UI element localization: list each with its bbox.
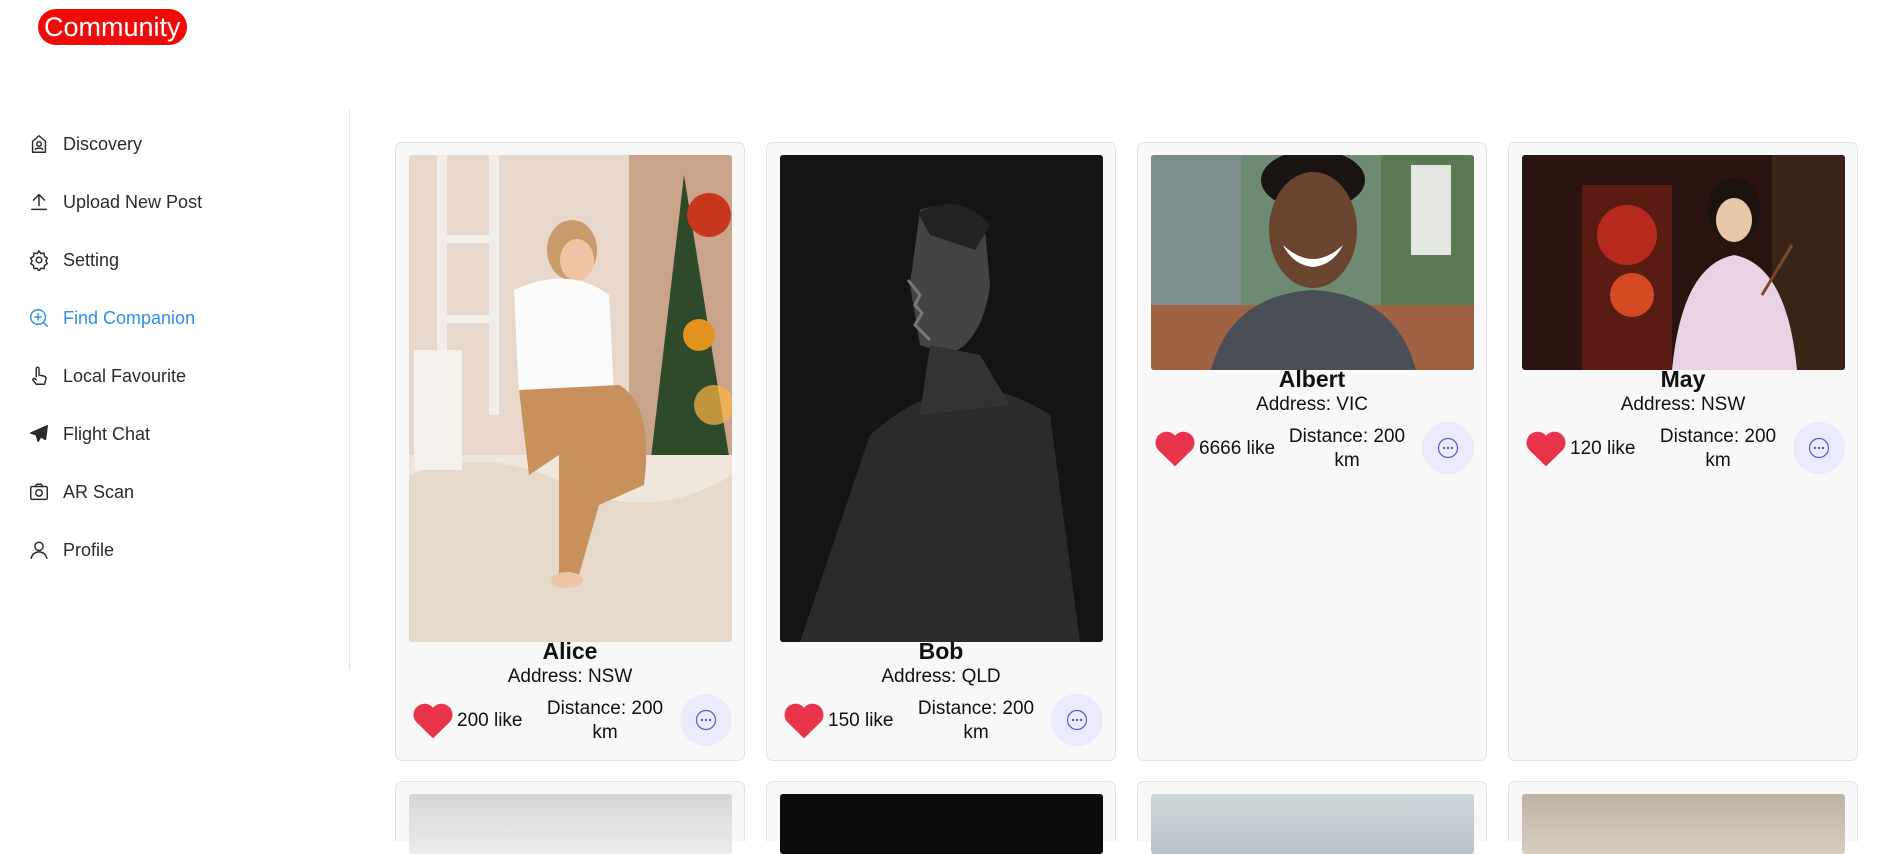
companion-card[interactable]: Albert Address: VIC 6666 like Distance: … <box>1137 142 1487 761</box>
sidebar-item-label: Upload New Post <box>63 191 203 212</box>
companion-photo[interactable] <box>409 794 732 854</box>
heart-icon[interactable] <box>1525 428 1567 468</box>
chat-button[interactable] <box>1422 422 1474 474</box>
distance: Distance: 200 km <box>1659 426 1777 471</box>
chat-bubble-icon <box>695 709 717 731</box>
like-count: 200 like <box>457 710 523 731</box>
companion-stats: 120 like Distance: 200 km <box>1525 422 1845 474</box>
heart-icon[interactable] <box>783 700 825 740</box>
sidebar-item-ar-scan[interactable]: AR Scan <box>28 474 134 510</box>
companion-address: Address: VIC <box>1256 394 1368 415</box>
sidebar: Discovery Upload New Post Setting Find C… <box>0 110 350 670</box>
chat-bubble-icon <box>1437 437 1459 459</box>
sidebar-item-label: Profile <box>63 539 115 560</box>
gear-icon <box>28 249 50 271</box>
companion-photo[interactable] <box>409 155 732 642</box>
companion-name: Bob <box>918 638 964 664</box>
sidebar-item-flight-chat[interactable]: Flight Chat <box>28 416 150 452</box>
sidebar-item-upload-new-post[interactable]: Upload New Post <box>28 184 202 220</box>
camera-icon <box>28 481 50 503</box>
companion-stats: 200 like Distance: 200 km <box>412 694 732 746</box>
companion-photo[interactable] <box>1522 794 1845 854</box>
companion-card[interactable] <box>1508 781 1858 854</box>
upload-icon <box>28 191 50 213</box>
companion-card[interactable] <box>1137 781 1487 854</box>
chat-bubble-icon <box>1066 709 1088 731</box>
chat-button[interactable] <box>1793 422 1845 474</box>
like-count: 150 like <box>828 710 894 731</box>
companion-address: Address: NSW <box>1620 394 1746 415</box>
companion-stats: 6666 like Distance: 200 km <box>1154 422 1474 474</box>
companion-card[interactable]: Bob Address: QLD 150 like Distance: 200 … <box>766 142 1116 761</box>
chat-button[interactable] <box>1051 694 1103 746</box>
companion-photo[interactable] <box>780 794 1103 854</box>
companion-address: Address: QLD <box>881 666 1001 687</box>
heart-icon[interactable] <box>412 700 454 740</box>
sidebar-item-discovery[interactable]: Discovery <box>28 126 142 162</box>
companion-card[interactable]: May Address: NSW 120 like Distance: 200 … <box>1508 142 1858 761</box>
companion-photo[interactable] <box>1522 155 1845 370</box>
sidebar-item-label: Flight Chat <box>63 423 151 444</box>
companion-name: Alice <box>542 638 598 664</box>
sidebar-item-local-favourite[interactable]: Local Favourite <box>28 358 186 394</box>
companion-photo[interactable] <box>780 155 1103 642</box>
user-icon <box>28 539 50 561</box>
home-badge-icon <box>28 133 50 155</box>
sidebar-item-profile[interactable]: Profile <box>28 532 114 568</box>
companion-name: May <box>1660 366 1706 392</box>
like-count: 6666 like <box>1199 438 1276 459</box>
chat-bubble-icon <box>1808 437 1830 459</box>
companion-photo[interactable] <box>1151 155 1474 370</box>
sidebar-item-label: Local Favourite <box>63 365 187 386</box>
companion-card[interactable] <box>766 781 1116 854</box>
chat-button[interactable] <box>680 694 732 746</box>
sidebar-item-label: Discovery <box>63 133 143 154</box>
sidebar-item-label: AR Scan <box>63 481 135 502</box>
sidebar-item-label: Find Companion <box>63 307 196 328</box>
paper-plane-icon <box>28 423 50 445</box>
like-count: 120 like <box>1570 438 1636 459</box>
companion-card[interactable] <box>395 781 745 854</box>
app-logo[interactable]: Community <box>38 9 187 45</box>
sidebar-item-label: Setting <box>63 249 120 270</box>
heart-icon[interactable] <box>1154 428 1196 468</box>
sidebar-item-setting[interactable]: Setting <box>28 242 119 278</box>
hand-pointer-icon <box>28 365 50 387</box>
search-plus-icon <box>28 307 50 329</box>
companion-photo[interactable] <box>1151 794 1474 854</box>
companion-address: Address: NSW <box>507 666 633 687</box>
distance: Distance: 200 km <box>1288 426 1406 471</box>
companion-stats: 150 like Distance: 200 km <box>783 694 1103 746</box>
companion-name: Albert <box>1278 366 1346 392</box>
companion-card[interactable]: Alice Address: NSW 200 like Distance: 20… <box>395 142 745 761</box>
sidebar-item-find-companion[interactable]: Find Companion <box>28 300 195 336</box>
distance: Distance: 200 km <box>917 698 1035 743</box>
distance: Distance: 200 km <box>546 698 664 743</box>
